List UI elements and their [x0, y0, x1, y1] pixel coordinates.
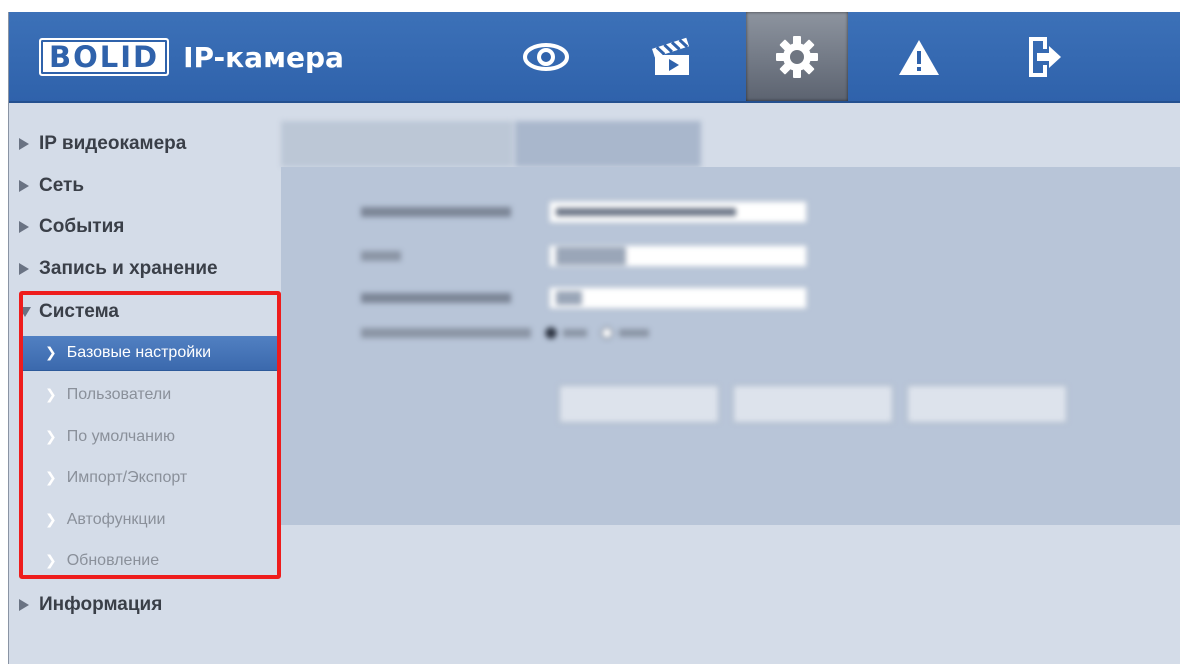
sidebar-item-network[interactable]: Сеть	[13, 169, 279, 203]
sidebar-item-label: Запись и хранение	[39, 258, 218, 279]
device-name-field[interactable]	[549, 201, 807, 223]
sidebar-item-information[interactable]: Информация	[13, 588, 279, 622]
field-label	[361, 251, 401, 261]
triangle-down-icon	[19, 307, 31, 317]
field-label	[361, 293, 511, 303]
field-value	[556, 291, 582, 305]
tab-bar	[281, 121, 703, 167]
submenu-item-label: Импорт/Экспорт	[66, 469, 188, 486]
submenu-item-import-export[interactable]: ❯ Импорт/Экспорт	[21, 461, 279, 495]
sidebar-item-recording-storage[interactable]: Запись и хранение	[13, 252, 279, 286]
submenu-item-autofunctions[interactable]: ❯ Автофункции	[21, 503, 279, 537]
chevron-right-icon: ❯	[45, 345, 57, 361]
gear-icon	[774, 34, 820, 80]
sidebar-item-label: IP видеокамера	[39, 133, 187, 154]
chevron-right-icon: ❯	[45, 512, 57, 528]
refresh-button[interactable]	[733, 385, 893, 423]
form-row	[361, 287, 807, 309]
nav-live-view-button[interactable]	[496, 12, 596, 101]
settings-content	[281, 103, 1180, 664]
submenu-item-basic-settings[interactable]: ❯ Базовые настройки	[21, 336, 279, 371]
chevron-right-icon: ❯	[45, 429, 57, 445]
radio-label	[563, 329, 587, 337]
tab-date-time[interactable]	[515, 121, 701, 167]
eye-icon	[522, 41, 570, 73]
warning-icon	[897, 37, 941, 77]
field-value	[556, 247, 626, 265]
sidebar-item-label: Информация	[39, 594, 163, 615]
submenu-item-label: Базовые настройки	[66, 344, 212, 361]
triangle-right-icon	[19, 599, 29, 611]
app-title: IP-камера	[183, 40, 344, 74]
radio-row	[361, 327, 649, 339]
nav-settings-button[interactable]	[746, 12, 848, 101]
sidebar-item-events[interactable]: События	[13, 210, 279, 244]
field-value	[556, 208, 736, 216]
nav-logout-button[interactable]	[994, 12, 1094, 101]
triangle-right-icon	[19, 221, 29, 233]
field-label	[361, 328, 531, 338]
settings-panel	[281, 167, 1180, 525]
button-row	[559, 385, 1081, 423]
field-label	[361, 207, 511, 217]
app-window: BOLID IP-камера IP видеокамера Сеть Собы…	[8, 12, 1180, 664]
default-button[interactable]	[559, 385, 719, 423]
submenu-item-label: Обновление	[66, 552, 160, 569]
sidebar-item-ip-camera[interactable]: IP видеокамера	[13, 127, 279, 161]
sidebar-item-label: Сеть	[39, 175, 85, 196]
bolid-logo: BOLID	[39, 38, 170, 76]
nav-playback-button[interactable]	[621, 12, 721, 101]
chevron-right-icon: ❯	[45, 470, 57, 486]
language-select[interactable]	[549, 245, 807, 267]
sidebar-item-label: События	[39, 216, 125, 237]
top-header: BOLID IP-камера	[9, 12, 1180, 103]
triangle-right-icon	[19, 180, 29, 192]
submenu-item-defaults[interactable]: ❯ По умолчанию	[21, 420, 279, 454]
video-standard-select[interactable]	[549, 287, 807, 309]
submenu-item-label: По умолчанию	[66, 428, 175, 445]
radio-on[interactable]	[545, 327, 557, 339]
submenu-item-label: Пользователи	[66, 386, 172, 403]
brand: BOLID IP-камера	[39, 38, 344, 76]
nav-alarm-button[interactable]	[869, 12, 969, 101]
sidebar-item-system[interactable]: Система	[13, 295, 279, 329]
logo-text: BOLID	[49, 40, 160, 74]
triangle-right-icon	[19, 263, 29, 275]
form-row	[361, 245, 807, 267]
submenu-item-update[interactable]: ❯ Обновление	[21, 544, 279, 578]
submenu-item-users[interactable]: ❯ Пользователи	[21, 378, 279, 412]
sidebar-item-label: Система	[39, 301, 119, 322]
chevron-right-icon: ❯	[45, 553, 57, 569]
clapperboard-icon	[649, 37, 693, 77]
radio-off[interactable]	[601, 327, 613, 339]
tab-general[interactable]	[281, 121, 513, 167]
form-row	[361, 201, 807, 223]
save-button[interactable]	[907, 385, 1067, 423]
sidebar: IP видеокамера Сеть События Запись и хра…	[9, 103, 281, 664]
chevron-right-icon: ❯	[45, 387, 57, 403]
triangle-right-icon	[19, 138, 29, 150]
submenu-item-label: Автофункции	[66, 511, 166, 528]
radio-label	[619, 329, 649, 337]
exit-icon	[1025, 35, 1063, 79]
